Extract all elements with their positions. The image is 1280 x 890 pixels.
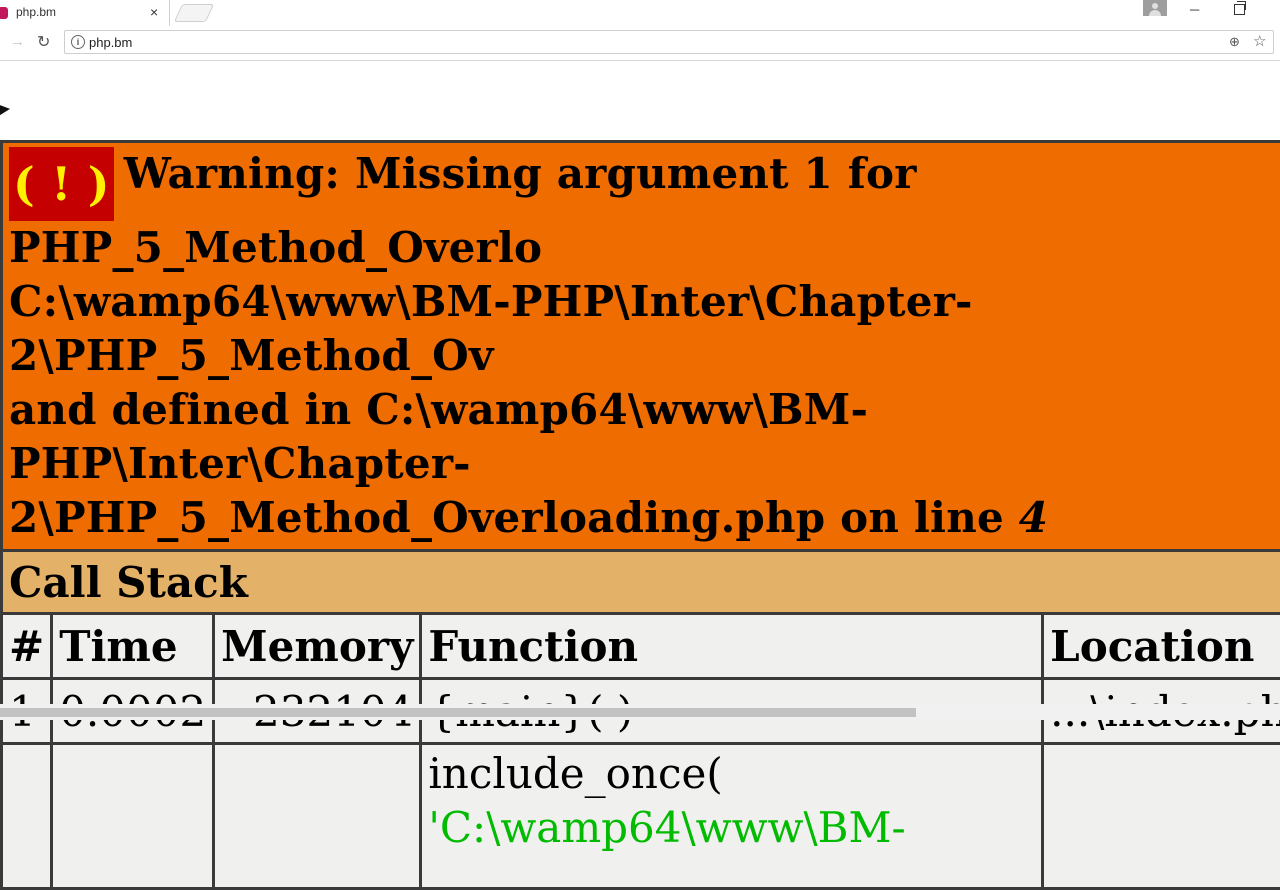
column-header-time: Time (53, 615, 213, 677)
browser-tab[interactable]: php.bm × (0, 0, 170, 26)
warning-line-number: 4 (1018, 493, 1049, 542)
warning-line-2: C:\wamp64\www\BM-PHP\Inter\Chapter-2\PHP… (9, 277, 973, 380)
column-header-memory: Memory (215, 615, 420, 677)
column-header-location: Location (1044, 615, 1280, 677)
tab-strip: php.bm × ─ (0, 0, 1280, 26)
cell-function: include_once( 'C:\wamp64\www\BM- (422, 745, 1042, 887)
new-tab-button[interactable] (173, 4, 215, 22)
column-header-num: # (3, 615, 51, 677)
reload-icon[interactable]: ↻ (37, 32, 50, 52)
browser-toolbar: → ↻ i php.bm ⊕ ☆ (0, 26, 1280, 61)
close-tab-icon[interactable]: × (150, 3, 158, 21)
url-text[interactable]: php.bm (89, 35, 132, 50)
minimize-icon[interactable]: ─ (1190, 2, 1199, 17)
address-bar[interactable]: i php.bm ⊕ ☆ (64, 30, 1274, 54)
cell-num (3, 745, 51, 887)
warning-badge-icon: ( ! ) (9, 147, 114, 221)
favicon-icon (0, 7, 8, 19)
info-icon[interactable]: i (71, 35, 85, 49)
function-name: include_once( (428, 749, 723, 798)
warning-line-4: 2\PHP_5_Method_Overloading.php on line (9, 493, 1004, 542)
warning-line-3: and defined in C:\wamp64\www\BM-PHP\Inte… (9, 385, 869, 488)
cell-memory (215, 745, 420, 887)
warning-message: ( ! ) Warning: Missing argument 1 for PHP… (3, 143, 1280, 549)
warning-line-1: Warning: Missing argument 1 for PHP_5_Me… (9, 149, 917, 272)
column-header-function: Function (422, 615, 1042, 677)
mouse-cursor-icon (0, 105, 10, 119)
cell-location (1044, 745, 1280, 887)
horizontal-scrollbar[interactable] (0, 704, 1280, 720)
table-row: include_once( 'C:\wamp64\www\BM- (3, 745, 1280, 887)
call-stack-title: Call Stack (3, 552, 1280, 612)
zoom-icon[interactable]: ⊕ (1229, 34, 1240, 50)
function-argument: 'C:\wamp64\www\BM- (428, 803, 906, 852)
restore-icon[interactable] (1234, 1, 1246, 15)
scrollbar-thumb[interactable] (0, 708, 916, 717)
forward-arrow-icon[interactable]: → (10, 33, 25, 50)
bookmark-star-icon[interactable]: ☆ (1253, 32, 1266, 50)
xdebug-error-table: ( ! ) Warning: Missing argument 1 for PHP… (0, 140, 1280, 890)
tab-title: php.bm (16, 5, 57, 19)
profile-icon[interactable] (1143, 0, 1167, 16)
cell-time (53, 745, 213, 887)
